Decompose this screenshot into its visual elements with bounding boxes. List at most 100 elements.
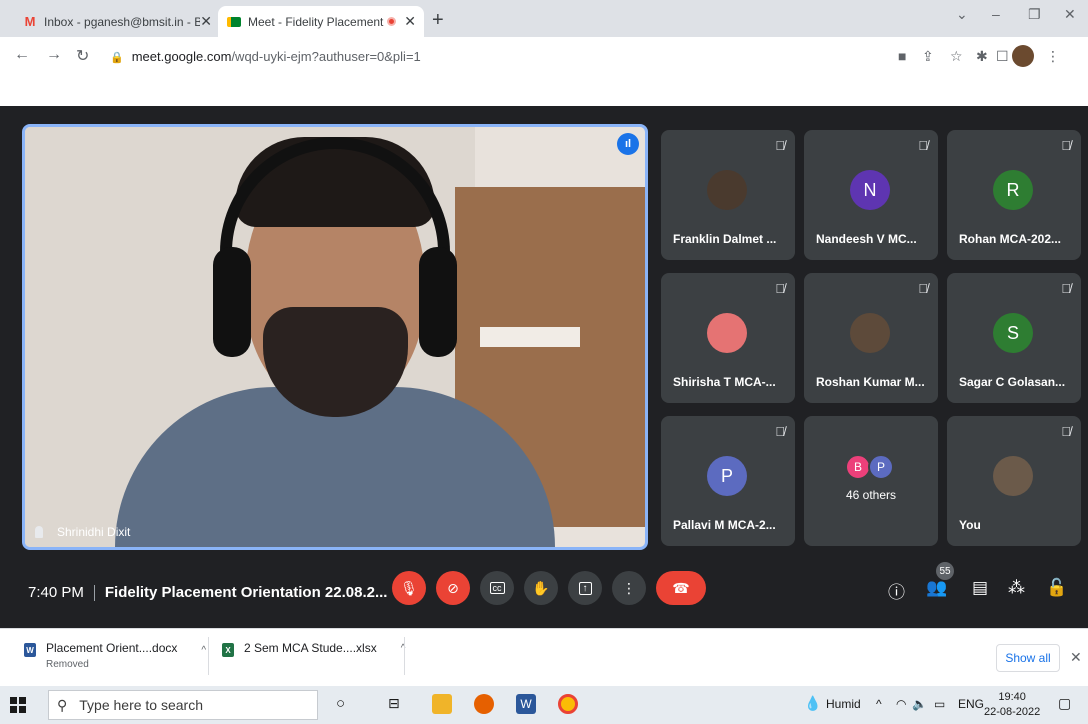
- mic-off-icon: 🎙̸: [775, 281, 785, 296]
- chat-icon[interactable]: ▤: [972, 578, 988, 598]
- participant-name: Franklin Dalmet ...: [673, 232, 777, 246]
- tray-chevron-icon[interactable]: ^: [876, 697, 882, 711]
- participant-tile[interactable]: 🎙̸ N Nandeesh V MC...: [804, 130, 938, 260]
- restore-button[interactable]: ❐: [1028, 6, 1041, 23]
- info-icon[interactable]: ⓘ: [888, 578, 905, 603]
- network-icon[interactable]: ◠: [896, 697, 906, 711]
- tab-search-icon[interactable]: ⌄: [956, 6, 968, 23]
- word-icon[interactable]: W: [516, 694, 536, 714]
- chevron-up-icon[interactable]: ^: [201, 645, 206, 656]
- clock-date: 22-08-2022: [984, 706, 1041, 718]
- participant-tile[interactable]: 🎙̸ Roshan Kumar M...: [804, 273, 938, 403]
- phone-hangup-icon: ☎: [672, 579, 690, 596]
- side-panel-icon[interactable]: ☐: [996, 48, 1009, 65]
- mic-off-icon: 🎙: [400, 579, 418, 596]
- participant-tile[interactable]: 🎙̸ P Pallavi M MCA-2...: [661, 416, 795, 546]
- search-placeholder: Type here to search: [79, 697, 204, 713]
- meeting-info: 7:40 PM Fidelity Placement Orientation 22…: [28, 584, 387, 602]
- host-controls-icon[interactable]: 🔓: [1046, 578, 1067, 598]
- bookmark-star-icon[interactable]: ☆: [950, 48, 963, 65]
- tab-meet[interactable]: Meet - Fidelity Placement Or ✕: [218, 6, 424, 37]
- language-indicator[interactable]: ENG: [958, 697, 984, 711]
- share-icon[interactable]: ⇪: [922, 48, 934, 65]
- participant-name: Nandeesh V MC...: [816, 232, 917, 246]
- participant-name: Roshan Kumar M...: [816, 375, 925, 389]
- download-filename: Placement Orient....docx: [46, 641, 178, 655]
- camera-icon[interactable]: ■: [898, 48, 906, 64]
- reload-icon[interactable]: ↻: [76, 46, 89, 66]
- mic-off-icon: 🎙̸: [1061, 424, 1071, 439]
- mic-off-icon: 🎙̸: [1061, 138, 1071, 153]
- windows-start-icon[interactable]: [10, 697, 26, 713]
- forward-icon[interactable]: →: [46, 46, 62, 64]
- participant-name: You: [959, 518, 981, 532]
- participant-tile[interactable]: 🎙̸ Franklin Dalmet ...: [661, 130, 795, 260]
- headphone-right: [419, 247, 457, 357]
- divider: [93, 585, 95, 602]
- download-item[interactable]: X 2 Sem MCA Stude....xlsx ^: [222, 641, 405, 657]
- meet-stage: ıl Shrinidhi Dixit 🎙̸ Franklin Dalmet ..…: [0, 106, 1088, 628]
- mic-off-icon: 🎙̸: [775, 424, 785, 439]
- tab-inbox[interactable]: M Inbox - pganesh@bmsit.in - BMS ✕: [14, 6, 220, 37]
- participant-photo: [850, 313, 890, 353]
- participant-tile[interactable]: 🎙̸ R Rohan MCA-202...: [947, 130, 1081, 260]
- close-window-button[interactable]: ✕: [1064, 6, 1076, 23]
- activities-icon[interactable]: ⁂: [1008, 578, 1025, 598]
- close-tab-icon[interactable]: ✕: [404, 13, 416, 30]
- present-button[interactable]: ↑: [568, 571, 602, 605]
- mic-off-icon: 🎙̸: [918, 138, 928, 153]
- participant-tile[interactable]: 🎙̸ Shirisha T MCA-...: [661, 273, 795, 403]
- more-vert-icon: ⋮: [622, 579, 636, 596]
- show-all-downloads-button[interactable]: Show all: [996, 644, 1060, 672]
- firefox-icon[interactable]: [474, 694, 494, 714]
- extensions-icon[interactable]: ✱: [976, 48, 988, 65]
- chrome-icon[interactable]: [558, 694, 578, 714]
- volume-icon[interactable]: 🔈: [912, 697, 927, 711]
- weather-label[interactable]: Humid: [826, 697, 861, 711]
- camera-toggle-button[interactable]: ⊘: [436, 571, 470, 605]
- weather-icon: 💧: [804, 695, 822, 711]
- close-downloads-icon[interactable]: ✕: [1070, 649, 1082, 666]
- cortana-icon[interactable]: ○: [336, 695, 345, 712]
- taskbar-search-input[interactable]: ⚲ Type here to search: [48, 690, 318, 720]
- video-shelf: [480, 327, 580, 347]
- gmail-icon: M: [24, 14, 36, 29]
- download-item[interactable]: W Placement Orient....docx Removed ^: [24, 641, 206, 670]
- url-path: /wqd-uyki-ejm?authuser=0&pli=1: [231, 49, 421, 64]
- main-speaker-tile[interactable]: ıl Shrinidhi Dixit: [22, 124, 648, 550]
- present-icon: ↑: [578, 581, 592, 595]
- participant-name: Shirisha T MCA-...: [673, 375, 776, 389]
- menu-icon[interactable]: ⋮: [1046, 48, 1060, 65]
- divider: [404, 637, 405, 675]
- headphone-left: [213, 247, 251, 357]
- leave-call-button[interactable]: ☎: [656, 571, 706, 605]
- people-icon[interactable]: 👥: [926, 578, 947, 598]
- close-tab-icon[interactable]: ✕: [200, 13, 212, 30]
- participant-photo: [707, 313, 747, 353]
- participant-photo: [707, 170, 747, 210]
- new-tab-button[interactable]: +: [432, 9, 444, 32]
- mic-off-icon: 🎙̸: [775, 138, 785, 153]
- captions-button[interactable]: cc: [480, 571, 514, 605]
- more-options-button[interactable]: ⋮: [612, 571, 646, 605]
- self-tile[interactable]: 🎙̸ You: [947, 416, 1081, 546]
- downloads-bar: W Placement Orient....docx Removed ^ X 2…: [0, 628, 1088, 686]
- others-tile[interactable]: B P 46 others: [804, 416, 938, 546]
- raise-hand-button[interactable]: ✋: [524, 571, 558, 605]
- battery-icon[interactable]: ▭: [934, 697, 945, 711]
- participant-tile[interactable]: 🎙̸ S Sagar C Golasan...: [947, 273, 1081, 403]
- clock-time: 19:40: [998, 691, 1026, 703]
- excel-file-icon: X: [222, 643, 234, 657]
- address-bar[interactable]: 🔒 meet.google.com/wqd-uyki-ejm?authuser=0…: [110, 49, 421, 64]
- notifications-icon[interactable]: ▢: [1058, 695, 1071, 712]
- participant-avatar: S: [993, 313, 1033, 353]
- profile-avatar[interactable]: [1012, 45, 1034, 67]
- windows-taskbar: ⚲ Type here to search ○ ⊟ W 💧 Humid ^ ◠ …: [0, 686, 1088, 724]
- search-icon: ⚲: [57, 696, 68, 713]
- minimize-button[interactable]: –: [992, 6, 1000, 22]
- file-explorer-icon[interactable]: [432, 694, 452, 714]
- taskbar-clock[interactable]: 19:40 22-08-2022: [984, 690, 1040, 720]
- mic-toggle-button[interactable]: 🎙: [392, 571, 426, 605]
- back-icon[interactable]: ←: [14, 46, 30, 64]
- task-view-icon[interactable]: ⊟: [388, 695, 400, 712]
